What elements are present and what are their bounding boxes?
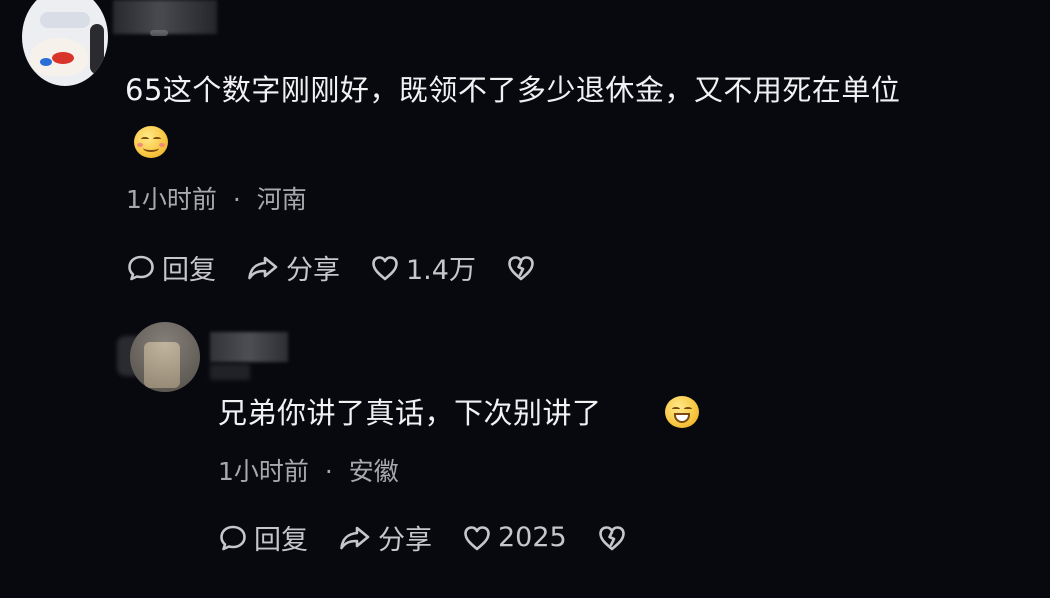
dislike-button[interactable] [506,253,542,283]
comment-text: 65这个数字刚刚好，既领不了多少退休金，又不用死在单位 [125,73,901,107]
reply-label: 回复 [162,255,216,286]
meta-separator: · [324,457,333,486]
grinning-face-emoji [665,396,699,428]
like-count: 1.4万 [406,255,476,286]
share-button[interactable]: 分享 [246,248,340,287]
comment-meta: 1小时前 · 河南 [126,180,307,216]
like-button[interactable]: 2025 [462,522,567,553]
meta-separator: · [232,185,241,214]
reply-button[interactable]: 回复 [126,248,216,287]
heart-icon [464,525,490,550]
share-arrow-icon [340,526,370,549]
share-label: 分享 [286,255,340,286]
share-arrow-icon [248,256,278,279]
comment-time: 1小时前 [218,457,309,486]
comment-meta: 1小时前 · 安徽 [218,452,399,488]
reply-label: 回复 [254,525,308,556]
username-blurred[interactable] [113,0,217,34]
heart-icon [372,255,398,280]
comment-location: 安徽 [348,457,399,486]
share-button[interactable]: 分享 [338,518,432,557]
comment-actions: 回复 分享 2025 [218,518,663,557]
reply-button[interactable]: 回复 [218,518,308,557]
comment-time: 1小时前 [126,185,217,214]
share-label: 分享 [378,525,432,556]
broken-heart-icon [508,255,534,280]
comment-text: 兄弟你讲了真话，下次别讲了 [218,396,602,430]
avatar[interactable] [130,322,200,392]
username-blurred-fragment [210,364,250,380]
like-button[interactable]: 1.4万 [370,248,476,287]
broken-heart-icon [598,525,625,550]
username-blurred[interactable] [210,332,288,362]
like-count: 2025 [498,522,567,553]
dislike-button[interactable] [597,523,633,553]
speech-bubble-icon [128,255,154,280]
username-blurred-fragment [150,30,168,36]
comment-thread: 65这个数字刚刚好，既领不了多少退休金，又不用死在单位 1小时前 · 河南 回复… [0,0,1050,598]
comment-location: 河南 [256,185,307,214]
avatar[interactable] [22,0,108,86]
speech-bubble-icon [220,525,246,550]
comment-actions: 回复 分享 1.4万 [126,248,572,287]
smiling-face-emoji [134,126,168,158]
